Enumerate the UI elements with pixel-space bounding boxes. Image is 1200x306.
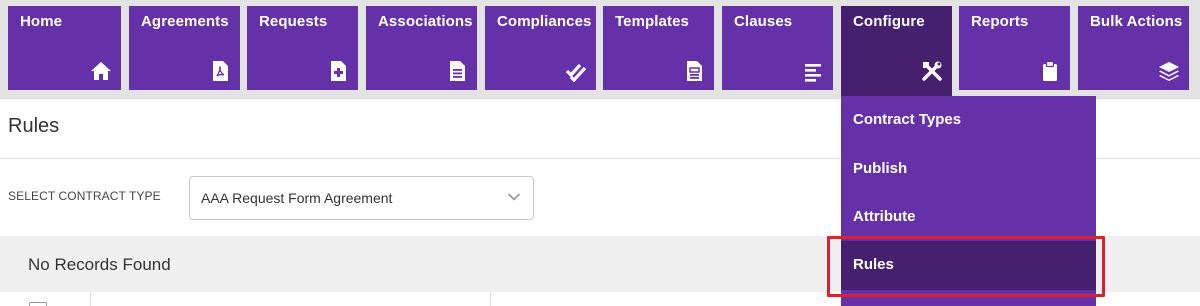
- nav-tile-label: Compliances: [497, 13, 592, 30]
- tools-icon: [922, 61, 942, 81]
- page-title: Rules: [8, 115, 60, 137]
- nav-tile-configure[interactable]: Configure: [841, 6, 952, 96]
- nav-tile-label: Templates: [615, 13, 689, 30]
- contract-type-label: SELECT CONTRACT TYPE: [8, 189, 161, 203]
- menu-item-attribute[interactable]: Attribute: [841, 193, 1096, 242]
- menu-item-label: Publish: [853, 160, 908, 177]
- nav-tile-label: Home: [20, 13, 63, 30]
- menu-item-label: Rules: [853, 256, 894, 273]
- home-icon: [91, 62, 111, 80]
- contract-type-selected-value: AAA Request Form Agreement: [201, 190, 393, 206]
- nav-tile-label: Associations: [378, 13, 473, 30]
- nav-tile-reports[interactable]: Reports: [959, 6, 1070, 90]
- configure-dropdown-menu: Contract Types Publish Attribute Rules: [841, 96, 1096, 306]
- nav-tile-label: Clauses: [734, 13, 793, 30]
- double-check-icon: [565, 63, 587, 82]
- column-divider: [490, 292, 491, 306]
- top-navigation-bar: Home Agreements Requests Associations Co…: [0, 0, 1200, 99]
- pdf-document-icon: [213, 61, 228, 81]
- clipboard-icon: [1043, 60, 1057, 81]
- nav-tile-requests[interactable]: Requests: [247, 6, 358, 90]
- nav-tile-bulk-actions[interactable]: Bulk Actions: [1078, 6, 1189, 90]
- nav-tile-label: Reports: [971, 13, 1029, 30]
- nav-tile-clauses[interactable]: Clauses: [722, 6, 833, 90]
- menu-item-label: Attribute: [853, 208, 916, 225]
- nav-tile-compliances[interactable]: Compliances: [485, 6, 596, 90]
- nav-tile-label: Bulk Actions: [1090, 13, 1183, 30]
- nav-tile-label: Requests: [259, 13, 328, 30]
- nav-tile-agreements[interactable]: Agreements: [129, 6, 240, 90]
- menu-item-publish[interactable]: Publish: [841, 145, 1096, 194]
- template-document-icon: [687, 61, 702, 81]
- layers-icon: [1159, 62, 1179, 81]
- new-document-icon: [331, 61, 346, 81]
- nav-tile-label: Configure: [853, 13, 925, 30]
- column-divider: [90, 292, 91, 306]
- empty-state-message: No Records Found: [28, 255, 171, 274]
- nav-tile-templates[interactable]: Templates: [603, 6, 714, 90]
- nav-tile-label: Agreements: [141, 13, 229, 30]
- document-lines-icon: [450, 61, 465, 81]
- nav-tile-associations[interactable]: Associations: [366, 6, 477, 90]
- align-left-icon: [805, 64, 821, 82]
- menu-item-contract-types[interactable]: Contract Types: [841, 96, 1096, 145]
- contract-type-select[interactable]: AAA Request Form Agreement: [189, 176, 534, 220]
- select-all-checkbox[interactable]: [29, 302, 47, 306]
- nav-tile-home[interactable]: Home: [8, 6, 121, 90]
- chevron-down-icon: [507, 193, 521, 201]
- menu-item-label: Contract Types: [853, 111, 962, 128]
- menu-item-rules[interactable]: Rules: [841, 241, 1096, 290]
